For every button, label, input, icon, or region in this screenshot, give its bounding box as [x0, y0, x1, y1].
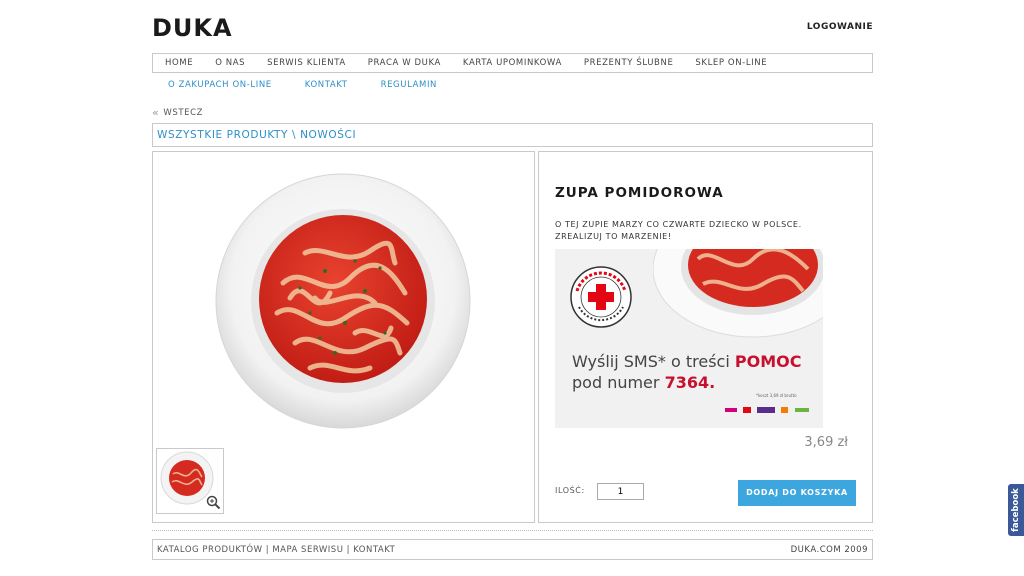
breadcrumb-all-products[interactable]: WSZYSTKIE PRODUKTY: [153, 129, 288, 141]
quantity-input[interactable]: [597, 483, 644, 500]
add-to-cart-button[interactable]: DODAJ DO KOSZYKA: [738, 480, 856, 506]
nav-praca-w-duka[interactable]: PRACA W DUKA: [368, 58, 441, 68]
nav-prezenty-slubne[interactable]: PREZENTY ŚLUBNE: [584, 58, 674, 68]
nav-home[interactable]: HOME: [165, 58, 193, 68]
footer-link-mapa[interactable]: MAPA SERWISU: [272, 545, 343, 555]
breadcrumb: WSZYSTKIE PRODUKTY \ NOWOŚCI: [152, 123, 873, 147]
sub-nav: O ZAKUPACH ON-LINE KONTAKT REGULAMIN: [152, 80, 454, 90]
facebook-label: facebook: [1011, 488, 1021, 532]
zoom-icon[interactable]: [206, 495, 221, 510]
footer-links: KATALOG PRODUKTÓW | MAPA SERWISU | KONTA…: [153, 545, 395, 555]
subnav-regulamin[interactable]: REGULAMIN: [381, 80, 437, 90]
facebook-tab[interactable]: facebook: [1008, 484, 1024, 536]
nav-o-nas[interactable]: O NAS: [215, 58, 245, 68]
product-image[interactable]: [215, 173, 471, 429]
product-description: O TEJ ZUPIE MARZY CO CZWARTE DZIECKO W P…: [555, 220, 802, 241]
banner-line-1: Wyślij SMS* o treści POMOC: [572, 352, 802, 371]
product-details-panel: ZUPA POMIDOROWA O TEJ ZUPIE MARZY CO CZW…: [538, 151, 873, 523]
sms-banner: Wyślij SMS* o treści POMOC pod numer 736…: [555, 249, 823, 428]
banner-line-2: pod numer 7364.: [572, 373, 716, 392]
chevron-left-icon: «: [152, 106, 160, 119]
red-cross-seal-icon: [570, 266, 632, 328]
subnav-kontakt[interactable]: KONTAKT: [305, 80, 348, 90]
quantity-label: ILOŚĆ:: [555, 486, 585, 495]
footer-link-kontakt[interactable]: KONTAKT: [353, 545, 395, 555]
footer-separator: |: [343, 544, 354, 555]
footer-separator: |: [262, 544, 273, 555]
product-thumbnail[interactable]: [156, 448, 224, 514]
copyright: DUKA.COM 2009: [790, 544, 868, 555]
nav-karta-upominkowa[interactable]: KARTA UPOMINKOWA: [463, 58, 562, 68]
footer-link-katalog[interactable]: KATALOG PRODUKTÓW: [157, 545, 263, 555]
breadcrumb-current[interactable]: NOWOŚCI: [300, 129, 356, 141]
footer-divider: [152, 530, 873, 531]
nav-serwis-klienta[interactable]: SERWIS KLIENTA: [267, 58, 346, 68]
back-label: WSTECZ: [163, 107, 204, 118]
product-price: 3,69 zł: [804, 435, 848, 450]
product-title: ZUPA POMIDOROWA: [555, 185, 724, 201]
main-nav: HOME O NAS SERWIS KLIENTA PRACA W DUKA K…: [152, 53, 873, 73]
banner-soup-image: [653, 249, 823, 338]
nav-sklep-online[interactable]: SKLEP ON-LINE: [695, 58, 767, 68]
banner-cost-note: *koszt 3,69 zł brutto: [756, 393, 797, 398]
login-link[interactable]: LOGOWANIE: [807, 22, 873, 32]
back-link[interactable]: « WSTECZ: [152, 106, 203, 119]
subnav-o-zakupach[interactable]: O ZAKUPACH ON-LINE: [168, 80, 272, 90]
breadcrumb-separator: \: [288, 129, 301, 141]
site-logo[interactable]: DUKA: [152, 14, 233, 42]
footer: KATALOG PRODUKTÓW | MAPA SERWISU | KONTA…: [152, 539, 873, 560]
product-image-panel: [152, 151, 535, 523]
operator-logos: [725, 406, 815, 414]
